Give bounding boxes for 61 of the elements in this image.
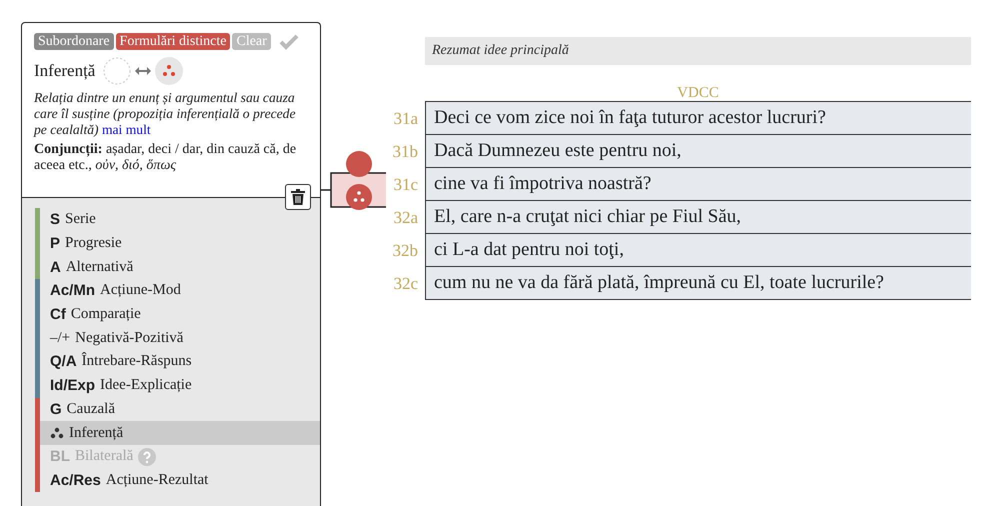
relation-code: Cf [50,306,66,324]
relation-item[interactable]: Q/A Întrebare-Răspuns [35,350,320,374]
relation-item[interactable]: Ac/Mn Acțiune-Mod [35,279,320,303]
summary-field[interactable]: Rezumat idee principală [425,37,971,65]
relation-item[interactable]: Id/Exp Idee-Explicație [35,374,320,398]
relation-label: Alternativă [66,258,134,276]
relation-description: Relația dintre un enunț și argumentul sau cauza care îl susține (propoziția inferențială o precede pe cealaltă) mai mult [34,90,297,138]
delete-button[interactable] [285,184,311,210]
relation-bracket-drawing[interactable] [320,150,388,210]
verse-number: 32b [392,240,418,260]
conjunctions-text: Conjuncții: așadar, deci / dar, din cauză că, de aceea etc., οὐν, διό, ὅπως [34,142,298,174]
relation-label: Serie [65,211,96,228]
relation-item[interactable]: Inferență [35,421,320,445]
relation-code: Ac/Mn [50,282,95,300]
relation-item[interactable]: –/+ Negativă-Pozitivă [35,326,320,350]
relation-item[interactable]: Cf Comparație [35,302,320,326]
relation-code: Q/A [50,353,77,370]
relation-code: –/+ [50,330,70,347]
relation-code: Id/Exp [50,377,96,394]
check-icon[interactable] [278,34,299,50]
relation-label: Negativă-Pozitivă [75,330,184,347]
verse-text[interactable]: cine va fi împotriva noastră? [425,168,971,201]
relation-item[interactable]: S Serie [35,208,320,232]
verse-number: 31a [392,108,418,128]
dots-circle-icon [155,57,184,85]
verse-text[interactable]: El, care n-a cruţat nici chiar pe Fiul Său, [425,201,971,234]
relation-label: Idee-Explicație [100,377,192,394]
tag-button[interactable]: Subordonare [34,33,114,50]
empty-circle-icon [103,57,132,85]
verse-number: 31b [392,142,418,162]
verse-text[interactable]: ci L-a dat pentru noi toţi, [425,234,971,267]
relation-code: G [50,400,62,418]
relation-label: Comparație [70,306,141,324]
relation-code: BL [50,448,70,466]
relation-label: Cauzală [66,400,115,418]
relation-item[interactable]: P Progresie [35,232,320,256]
swap-arrow-icon[interactable] [135,66,152,76]
relation-label: Inferență [69,424,124,442]
verse-number: 32c [392,274,418,294]
verse-number: 31c [392,174,418,194]
relation-label: Bilaterală [75,448,134,466]
verse-text[interactable]: cum nu ne va da fără plată, împreună cu El, toate lucrurile? [425,267,971,300]
more-link[interactable]: mai mult [102,122,151,137]
relation-code: S [50,211,60,228]
relation-item[interactable]: A Alternativă [35,255,320,280]
relation-label: Acțiune-Mod [100,282,181,300]
verse-text[interactable]: Deci ce vom zice noi în faţa tuturor acestor lucruri? [425,102,971,135]
relation-title: Inferență [34,61,96,81]
relation-code: A [50,258,61,276]
relation-code: Ac/Res [50,472,101,489]
dots-icon [50,427,64,440]
version-label: VDCC [676,85,720,101]
relation-label: Acțiune-Rezultat [106,472,208,489]
tag-button[interactable]: Formulări distincte [116,33,230,50]
relation-item[interactable]: Ac/Res Acțiune-Rezultat [35,468,320,492]
trash-icon [291,189,305,205]
relation-label: Întrebare-Răspuns [82,353,192,370]
relation-code: P [50,235,60,252]
verse-number: 32a [392,208,418,228]
verse-text[interactable]: Dacă Dumnezeu este pentru noi, [425,135,971,168]
relation-label: Progresie [65,235,122,252]
